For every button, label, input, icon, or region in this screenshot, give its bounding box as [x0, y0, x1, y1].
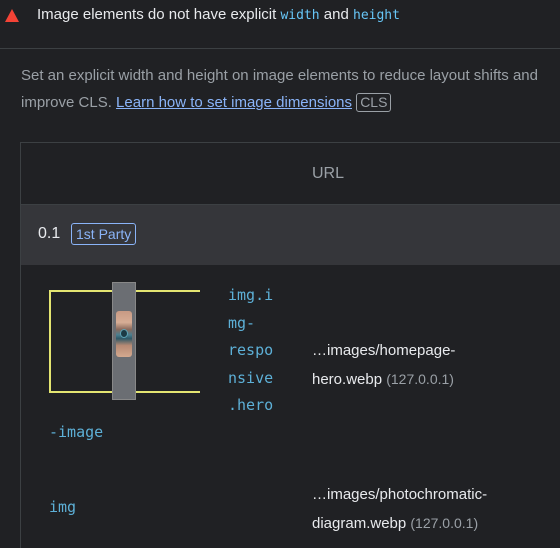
eye-image: [116, 311, 132, 357]
url-text: …images/photochromatic-: [312, 486, 488, 503]
cls-badge: CLS: [356, 93, 392, 112]
url-text: …images/homepage-: [312, 342, 456, 359]
url-origin: (127.0.0.1): [410, 515, 479, 531]
audit-title[interactable]: Image elements do not have explicit widt…: [37, 6, 400, 23]
row1-selector[interactable]: img.i mg- respo nsive .hero: [228, 282, 273, 420]
table-header: URL: [21, 143, 560, 205]
row2-url[interactable]: …images/photochromatic- diagram.webp (12…: [312, 481, 487, 538]
code-width: width: [280, 8, 320, 23]
audit-description: Set an explicit width and height on imag…: [21, 62, 560, 116]
selector-line: mg-: [228, 313, 256, 332]
audit-title-text: Image elements do not have explicit: [37, 6, 277, 23]
column-header-url: URL: [312, 165, 345, 182]
selector-line: respo: [228, 341, 274, 359]
eye-pupil: [120, 329, 128, 338]
learn-more-link[interactable]: Learn how to set image dimensions: [116, 94, 352, 111]
audit-title-and: and: [323, 6, 349, 23]
url-text: diagram.webp: [312, 515, 407, 532]
first-party-badge: 1st Party: [71, 223, 137, 245]
audit-header[interactable]: Image elements do not have explicit widt…: [0, 0, 560, 49]
selector-line: nsive: [228, 368, 274, 387]
code-height: height: [353, 8, 400, 23]
group-row: 0.1 1st Party: [21, 205, 560, 265]
url-text: hero.webp: [312, 371, 383, 388]
row2-selector[interactable]: img: [49, 494, 76, 522]
warning-triangle-icon: [5, 9, 19, 22]
group-score: 0.1: [38, 225, 61, 242]
selector-line: .hero: [228, 396, 274, 414]
row1-url[interactable]: …images/homepage- hero.webp (127.0.0.1): [312, 337, 455, 394]
row1-selector-tail[interactable]: -image: [49, 419, 103, 447]
url-origin: (127.0.0.1): [386, 371, 454, 387]
image-strip: [112, 282, 136, 400]
selector-line: img.i: [228, 286, 274, 304]
element-screenshot-thumbnail: [49, 282, 200, 400]
